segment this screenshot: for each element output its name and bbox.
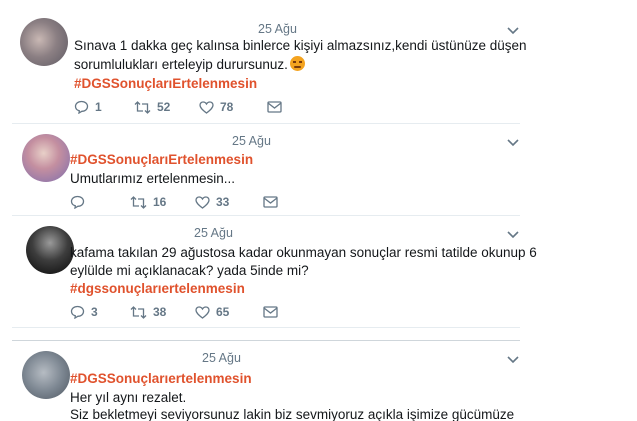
like-count: 65 [216,305,230,319]
heart-icon [195,195,210,209]
hashtag-link[interactable]: #DGSSonuçlarıertelenmesin [70,369,252,388]
tweet-text-line: Sınava 1 dakka geç kalınsa binlerce kişi… [74,38,527,53]
tweet[interactable]: 25 Ağu #DGSSonuçlarıertelenmesin Her yıl… [12,340,520,421]
retweet-icon [130,305,147,319]
chevron-down-icon[interactable] [506,138,520,148]
tweet-date[interactable]: 25 Ağu [232,134,271,148]
avatar[interactable] [22,351,70,399]
tweet-text-line: eylülde mi açıklanacak? yada 5inde mi? [70,263,309,278]
retweet-count: 16 [153,195,167,209]
hashtag-link[interactable]: #DGSSonuçlarıErtelenmesin [70,150,253,169]
tweet-text-line: kafama takılan 29 ağustosa kadar okunmay… [70,245,537,260]
reply-icon [70,195,85,209]
direct-message-button[interactable] [263,196,278,208]
envelope-icon [263,306,278,318]
tweet-text-line: sorumlulukları erteleyip durursunuz. [74,55,305,74]
reply-count: 1 [95,100,102,114]
hashtag-link[interactable]: #DGSSonuçlarıErtelenmesin [74,74,257,93]
tweet-actions: 1 52 78 [74,100,282,114]
retweet-button[interactable]: 52 [134,100,199,114]
like-count: 78 [220,100,234,114]
tweet-date[interactable]: 25 Ağu [202,351,241,365]
retweet-icon [134,100,151,114]
retweet-button[interactable]: 38 [130,305,195,319]
tweet-actions: 3 38 65 [70,305,278,319]
chevron-down-icon[interactable] [506,355,520,365]
retweet-button[interactable]: 16 [130,195,195,209]
angry-face-icon [289,56,305,71]
envelope-icon [267,101,282,113]
direct-message-button[interactable] [263,306,278,318]
envelope-icon [263,196,278,208]
avatar[interactable] [22,134,70,182]
tweet-date[interactable]: 25 Ağu [258,22,297,36]
like-button[interactable]: 78 [199,100,267,114]
direct-message-button[interactable] [267,101,282,113]
like-button[interactable]: 33 [195,195,263,209]
tweet-actions: 16 33 [70,195,278,209]
hashtag-link[interactable]: #dgssonuçlarıertelenmesin [70,279,245,298]
retweet-icon [130,195,147,209]
heart-icon [199,100,214,114]
reply-count: 3 [91,305,98,319]
chevron-down-icon[interactable] [506,26,520,36]
chevron-down-icon[interactable] [506,230,520,240]
tweet[interactable]: 25 Ağu kafama takılan 29 ağustosa kadar … [12,216,537,328]
avatar[interactable] [26,226,74,274]
retweet-count: 52 [157,100,171,114]
tweet-text-line: sorumlulukları erteleyip durursunuz. [74,57,288,72]
like-count: 33 [216,195,230,209]
tweet-text-line: Siz bekletmeyi seviyorsunuz lakin biz se… [70,407,515,421]
reply-icon [70,305,85,319]
reply-icon [74,100,89,114]
reply-button[interactable]: 3 [70,305,130,319]
reply-button[interactable] [70,195,130,209]
like-button[interactable]: 65 [195,305,263,319]
tweet-text-line: Umutlarımız ertelenmesin... [70,171,236,186]
avatar[interactable] [20,18,68,66]
retweet-count: 38 [153,305,167,319]
tweet[interactable]: 25 Ağu Sınava 1 dakka geç kalınsa binler… [12,0,527,124]
reply-button[interactable]: 1 [74,100,134,114]
tweet-date[interactable]: 25 Ağu [194,226,233,240]
tweet[interactable]: 25 Ağu #DGSSonuçlarıErtelenmesin Umutlar… [12,124,520,216]
heart-icon [195,305,210,319]
